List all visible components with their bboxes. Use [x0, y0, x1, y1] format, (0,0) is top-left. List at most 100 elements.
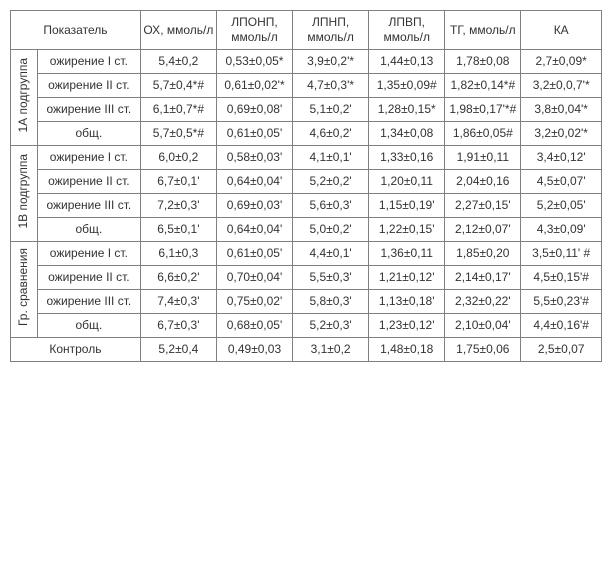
cell: 1,28±0,15* — [369, 98, 445, 122]
cell: 0,70±0,04' — [216, 266, 292, 290]
row-label: ожирение II ст. — [37, 170, 140, 194]
cell: 0,61±0,05' — [216, 242, 292, 266]
cell: 5,5±0,3' — [293, 266, 369, 290]
cell: 1,20±0,11 — [369, 170, 445, 194]
cell: 1,48±0,18 — [369, 338, 445, 362]
cell: 0,64±0,04' — [216, 170, 292, 194]
cell: 1,21±0,12' — [369, 266, 445, 290]
cell: 5,2±0,05' — [521, 194, 602, 218]
control-label: Контроль — [11, 338, 141, 362]
group-label-comparison: Гр. сравнения — [11, 242, 38, 338]
cell: 4,4±0,1' — [293, 242, 369, 266]
header-oh: ОХ, ммоль/л — [140, 11, 216, 50]
cell: 0,61±0,02'* — [216, 74, 292, 98]
row-label: ожирение I ст. — [37, 242, 140, 266]
header-ka: КА — [521, 11, 602, 50]
header-tg: ТГ, ммоль/л — [445, 11, 521, 50]
cell: 0,53±0,05* — [216, 50, 292, 74]
cell: 1,78±0,08 — [445, 50, 521, 74]
table-row: Гр. сравнения ожирение I ст. 6,1±0,3 0,6… — [11, 242, 602, 266]
cell: 1,34±0,08 — [369, 122, 445, 146]
cell: 4,4±0,16'# — [521, 314, 602, 338]
cell: 1,33±0,16 — [369, 146, 445, 170]
row-label: ожирение II ст. — [37, 74, 140, 98]
cell: 2,04±0,16 — [445, 170, 521, 194]
cell: 3,1±0,2 — [293, 338, 369, 362]
cell: 7,4±0,3' — [140, 290, 216, 314]
row-label: ожирение III ст. — [37, 98, 140, 122]
cell: 3,2±0,02'* — [521, 122, 602, 146]
cell: 5,8±0,3' — [293, 290, 369, 314]
cell: 2,10±0,04' — [445, 314, 521, 338]
table-row: общ. 6,7±0,3' 0,68±0,05' 5,2±0,3' 1,23±0… — [11, 314, 602, 338]
cell: 0,68±0,05' — [216, 314, 292, 338]
cell: 4,1±0,1' — [293, 146, 369, 170]
table-row: общ. 6,5±0,1' 0,64±0,04' 5,0±0,2' 1,22±0… — [11, 218, 602, 242]
cell: 4,6±0,2' — [293, 122, 369, 146]
row-label: общ. — [37, 314, 140, 338]
table-row: ожирение II ст. 6,7±0,1' 0,64±0,04' 5,2±… — [11, 170, 602, 194]
lipid-profile-table: Показатель ОХ, ммоль/л ЛПОНП, ммоль/л ЛП… — [10, 10, 602, 362]
cell: 5,0±0,2' — [293, 218, 369, 242]
cell: 5,7±0,5*# — [140, 122, 216, 146]
cell: 3,8±0,04'* — [521, 98, 602, 122]
control-row: Контроль 5,2±0,4 0,49±0,03 3,1±0,2 1,48±… — [11, 338, 602, 362]
cell: 0,58±0,03' — [216, 146, 292, 170]
table-row: ожирение II ст. 6,6±0,2' 0,70±0,04' 5,5±… — [11, 266, 602, 290]
cell: 1,98±0,17'*# — [445, 98, 521, 122]
cell: 4,3±0,09' — [521, 218, 602, 242]
header-lponp: ЛПОНП, ммоль/л — [216, 11, 292, 50]
cell: 4,5±0,07' — [521, 170, 602, 194]
cell: 1,86±0,05# — [445, 122, 521, 146]
cell: 5,1±0,2' — [293, 98, 369, 122]
cell: 6,1±0,3 — [140, 242, 216, 266]
group-label-1b: 1В подгруппа — [11, 146, 38, 242]
cell: 1,44±0,13 — [369, 50, 445, 74]
header-row: Показатель ОХ, ммоль/л ЛПОНП, ммоль/л ЛП… — [11, 11, 602, 50]
row-label: ожирение I ст. — [37, 146, 140, 170]
cell: 5,5±0,23'# — [521, 290, 602, 314]
cell: 5,6±0,3' — [293, 194, 369, 218]
cell: 0,69±0,03' — [216, 194, 292, 218]
cell: 0,75±0,02' — [216, 290, 292, 314]
cell: 6,0±0,2 — [140, 146, 216, 170]
cell: 5,4±0,2 — [140, 50, 216, 74]
cell: 3,9±0,2'* — [293, 50, 369, 74]
cell: 6,1±0,7*# — [140, 98, 216, 122]
cell: 5,2±0,2' — [293, 170, 369, 194]
cell: 1,22±0,15' — [369, 218, 445, 242]
cell: 1,36±0,11 — [369, 242, 445, 266]
row-label: ожирение III ст. — [37, 290, 140, 314]
cell: 4,5±0,15'# — [521, 266, 602, 290]
cell: 0,61±0,05' — [216, 122, 292, 146]
cell: 3,2±0,0,7'* — [521, 74, 602, 98]
cell: 1,23±0,12' — [369, 314, 445, 338]
cell: 1,35±0,09# — [369, 74, 445, 98]
cell: 3,5±0,11' # — [521, 242, 602, 266]
table-row: общ. 5,7±0,5*# 0,61±0,05' 4,6±0,2' 1,34±… — [11, 122, 602, 146]
cell: 1,15±0,19' — [369, 194, 445, 218]
cell: 1,82±0,14*# — [445, 74, 521, 98]
row-label: общ. — [37, 122, 140, 146]
cell: 2,32±0,22' — [445, 290, 521, 314]
header-lpvp: ЛПВП, ммоль/л — [369, 11, 445, 50]
cell: 5,2±0,4 — [140, 338, 216, 362]
cell: 6,7±0,3' — [140, 314, 216, 338]
table-row: ожирение II ст. 5,7±0,4*# 0,61±0,02'* 4,… — [11, 74, 602, 98]
cell: 5,7±0,4*# — [140, 74, 216, 98]
header-indicator: Показатель — [11, 11, 141, 50]
cell: 0,49±0,03 — [216, 338, 292, 362]
cell: 2,12±0,07' — [445, 218, 521, 242]
table-row: ожирение III ст. 6,1±0,7*# 0,69±0,08' 5,… — [11, 98, 602, 122]
header-lpnp: ЛПНП, ммоль/л — [293, 11, 369, 50]
cell: 1,75±0,06 — [445, 338, 521, 362]
cell: 2,7±0,09* — [521, 50, 602, 74]
cell: 2,27±0,15' — [445, 194, 521, 218]
group-label-1a: 1А подгруппа — [11, 50, 38, 146]
row-label: ожирение III ст. — [37, 194, 140, 218]
cell: 0,64±0,04' — [216, 218, 292, 242]
row-label: ожирение I ст. — [37, 50, 140, 74]
cell: 2,14±0,17' — [445, 266, 521, 290]
table-row: 1А подгруппа ожирение I ст. 5,4±0,2 0,53… — [11, 50, 602, 74]
table-row: 1В подгруппа ожирение I ст. 6,0±0,2 0,58… — [11, 146, 602, 170]
